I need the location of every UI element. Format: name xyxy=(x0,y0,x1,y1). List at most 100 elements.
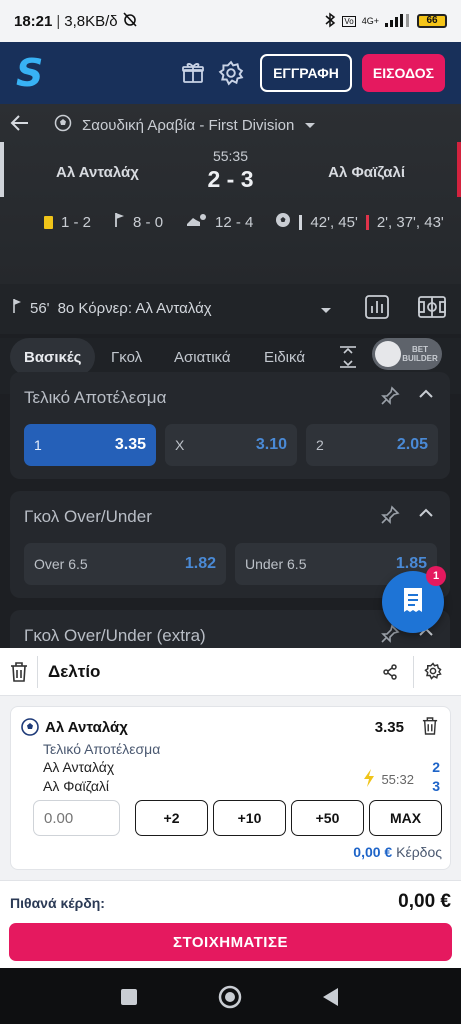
away-goals-marker xyxy=(365,214,369,230)
gift-icon[interactable] xyxy=(178,58,208,88)
bet-selection-team: Αλ Ανταλάχ xyxy=(45,719,128,736)
system-nav-bar xyxy=(0,968,461,1024)
potential-gain: 0,00 € Κέρδος xyxy=(353,844,442,860)
bet-away-team: Αλ Φαϊζαλί xyxy=(43,778,110,794)
brand-logo[interactable]: S xyxy=(16,54,50,92)
odd-home[interactable]: 1 3.35 xyxy=(24,424,156,466)
battery-icon: 66 xyxy=(417,14,447,28)
breadcrumb: Σαουδική Αραβία - First Division xyxy=(10,114,316,136)
odd-label: Over 6.5 xyxy=(34,556,88,572)
bluetooth-icon xyxy=(324,12,336,31)
betslip-summary: Πιθανά κέρδη: 0,00 € ΣΤΟΙΧΗΜΑΤΙΣΕ xyxy=(0,880,461,968)
register-button[interactable]: ΕΓΓΡΑΦΗ xyxy=(260,54,352,92)
betslip-header: Δελτίο xyxy=(0,648,461,696)
max-stake-button[interactable]: MAX xyxy=(369,800,442,836)
gain-label: Κέρδος xyxy=(396,844,442,860)
league-name[interactable]: Σαουδική Αραβία - First Division xyxy=(82,117,294,134)
odd-value: 1.82 xyxy=(184,555,216,572)
corner-flag-icon xyxy=(12,298,22,318)
collapse-all-icon[interactable] xyxy=(338,346,358,373)
lightning-icon xyxy=(363,769,375,790)
corner-flag-icon xyxy=(113,212,125,232)
settings-gear-icon[interactable] xyxy=(424,662,442,685)
chevron-up-icon[interactable] xyxy=(418,386,434,407)
stake-input[interactable] xyxy=(33,800,120,836)
market-final-result: Τελικό Αποτέλεσμα 1 3.35 X 3.10 2 2.05 xyxy=(10,372,450,479)
betslip-count-badge: 1 xyxy=(426,566,446,586)
bet-live-time: 55:32 xyxy=(363,769,414,790)
bet-home-team: Αλ Ανταλάχ xyxy=(43,759,115,775)
bet-home-score: 2 xyxy=(432,759,440,775)
soccer-ball-icon xyxy=(54,114,72,136)
bet-selection-odds: 3.35 xyxy=(374,719,404,736)
market-title[interactable]: Τελικό Αποτέλεσμα xyxy=(24,388,166,408)
corners-value: 8 - 0 xyxy=(133,213,164,231)
pin-icon[interactable] xyxy=(380,386,400,411)
live-event[interactable]: 56' 8ο Κόρνερ: Αλ Ανταλάχ xyxy=(12,298,212,318)
share-icon[interactable] xyxy=(382,664,398,685)
odd-over[interactable]: Over 6.5 1.82 xyxy=(24,543,226,585)
back-arrow-icon[interactable] xyxy=(10,114,30,136)
status-bar: 18:21 | 3,8KB/δ Vo 4G+ 66 xyxy=(0,0,461,42)
betslip-title: Δελτίο xyxy=(48,662,101,681)
shot-boot-icon xyxy=(185,212,207,232)
odd-value: 3.35 xyxy=(114,436,146,453)
settings-gear-icon[interactable] xyxy=(216,58,246,88)
event-dropdown-icon[interactable] xyxy=(320,302,332,319)
potential-winnings-value: 0,00 € xyxy=(398,891,451,912)
goal-ball-icon xyxy=(275,212,291,232)
pin-icon[interactable] xyxy=(380,505,400,530)
home-goal-minutes: 42', 45' xyxy=(310,213,358,231)
event-text: 8ο Κόρνερ: Αλ Ανταλάχ xyxy=(57,299,212,317)
gain-value: 0,00 € xyxy=(353,844,393,860)
trash-icon[interactable] xyxy=(10,662,28,687)
signal-icon xyxy=(385,13,411,30)
odd-label: Under 6.5 xyxy=(245,556,307,572)
stat-goals: 42', 45' 2', 37', 43' xyxy=(275,212,444,232)
volte-icon: Vo xyxy=(342,15,356,27)
tab-special[interactable]: Ειδικά xyxy=(264,338,305,376)
header-divider xyxy=(413,656,414,688)
odd-value: 2.05 xyxy=(396,436,428,453)
bet-time-value: 55:32 xyxy=(381,772,414,787)
home-icon[interactable] xyxy=(215,982,245,1012)
bet-builder-toggle[interactable]: BET BUILDER xyxy=(372,338,442,370)
match-stats: 1 - 2 8 - 0 12 - 4 42', 45' 2', 37', 43' xyxy=(44,212,456,232)
quick-stake-10-button[interactable]: +10 xyxy=(213,800,286,836)
recent-apps-icon[interactable] xyxy=(114,982,144,1012)
home-goals-marker xyxy=(299,214,303,230)
battery-level: 66 xyxy=(426,15,438,26)
tab-goals[interactable]: Γκολ xyxy=(111,338,142,376)
away-team-name: Αλ Φαϊζαλί xyxy=(328,164,405,181)
odd-value: 3.10 xyxy=(255,436,287,453)
quick-stake-50-button[interactable]: +50 xyxy=(291,800,364,836)
market-title[interactable]: Γκολ Over/Under (extra) xyxy=(24,626,206,646)
cards-value: 1 - 2 xyxy=(61,213,92,231)
odd-label: 2 xyxy=(316,437,324,453)
odd-label: 1 xyxy=(34,437,42,453)
match-clock: 55:35 xyxy=(212,148,249,164)
market-title[interactable]: Γκολ Over/Under xyxy=(24,507,152,527)
statistics-chart-icon[interactable] xyxy=(364,294,390,324)
toggle-knob xyxy=(375,341,401,367)
status-speed: 3,8KB/δ xyxy=(64,12,118,30)
tab-asian[interactable]: Ασιατικά xyxy=(174,338,231,376)
tab-basic[interactable]: Βασικές xyxy=(10,338,96,376)
odd-draw[interactable]: X 3.10 xyxy=(165,424,297,466)
quick-stake-2-button[interactable]: +2 xyxy=(135,800,208,836)
chevron-up-icon[interactable] xyxy=(418,505,434,526)
odd-away[interactable]: 2 2.05 xyxy=(306,424,438,466)
scoreboard: Αλ Ανταλάχ 55:35 2 - 3 Αλ Φαϊζαλί xyxy=(0,146,461,196)
remove-selection-icon[interactable] xyxy=(422,717,438,740)
pitch-view-icon[interactable] xyxy=(418,296,446,322)
bet-away-score: 3 xyxy=(432,778,440,794)
header-divider xyxy=(37,656,38,688)
potential-winnings-label: Πιθανά κέρδη: xyxy=(10,895,105,911)
bet-builder-label: BET BUILDER xyxy=(402,345,438,363)
chevron-down-icon[interactable] xyxy=(304,117,316,134)
place-bet-button[interactable]: ΣΤΟΙΧΗΜΑΤΙΣΕ xyxy=(9,923,452,961)
alarm-off-icon xyxy=(122,11,138,31)
back-icon[interactable] xyxy=(316,982,346,1012)
login-button[interactable]: ΕΙΣΟΔΟΣ xyxy=(361,54,445,92)
market-goals-over-under: Γκολ Over/Under Over 6.5 1.82 Under 6.5 … xyxy=(10,491,450,598)
